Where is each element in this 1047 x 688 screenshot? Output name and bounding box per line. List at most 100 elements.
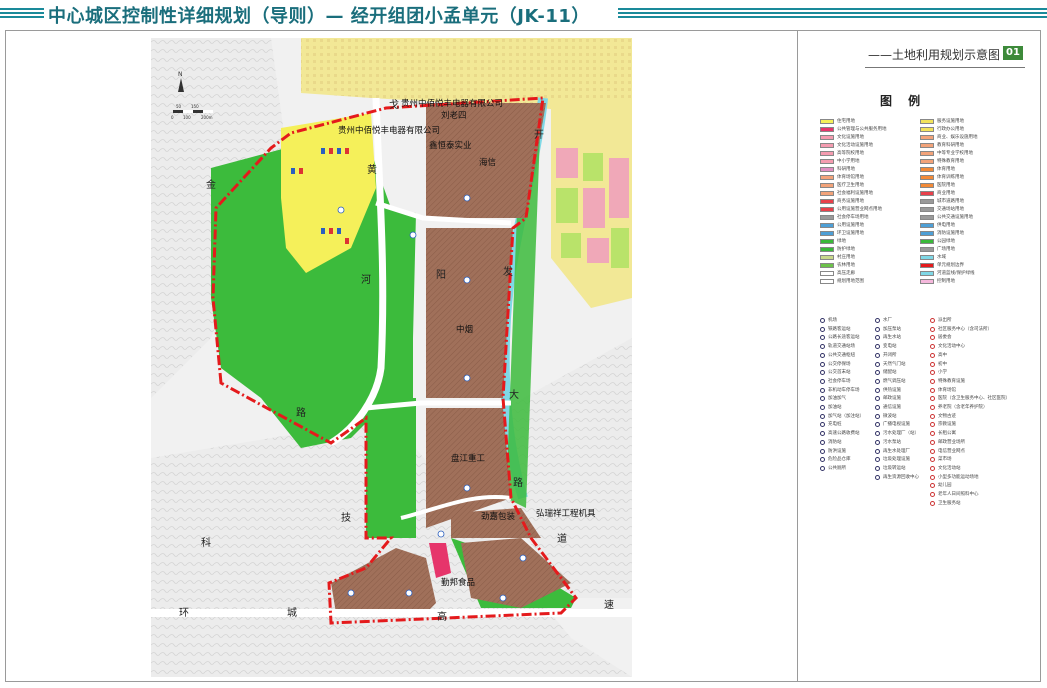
land-use-map[interactable]: N 50 150 0 100 200m 金 阳 河 路 科 技 环 城 高 速 … bbox=[151, 38, 632, 677]
symbol-icon bbox=[930, 405, 935, 410]
symbol-icon bbox=[930, 465, 935, 471]
legend-label: 供电用地 bbox=[937, 223, 955, 228]
legend-swatch bbox=[820, 231, 834, 236]
legend-item: 规划用地范围 bbox=[820, 279, 864, 285]
legend-symbol-item: 天然气门站 bbox=[875, 361, 906, 368]
legend-swatch bbox=[920, 159, 934, 164]
legend-symbol-label: 社会停车场 bbox=[828, 378, 851, 384]
legend-symbol-label: 派出所 bbox=[938, 318, 952, 323]
legend-label: 特殊教育用地 bbox=[937, 159, 964, 164]
legend-symbol-item: 幼儿园 bbox=[930, 483, 952, 489]
road-char: 城 bbox=[287, 607, 297, 619]
legend-item: 环卫设施用地 bbox=[820, 231, 864, 237]
symbol-icon bbox=[875, 318, 880, 323]
legend-symbol-label: 邮政营业场所 bbox=[938, 439, 965, 445]
symbol-icon bbox=[930, 318, 935, 323]
legend-symbol-item: 轨道交通站场 bbox=[820, 344, 855, 350]
legend-symbol-item: 卫生服务站 bbox=[930, 500, 961, 507]
legend-symbol-label: 机场 bbox=[828, 318, 837, 323]
label-hongrui: 弘瑞祥工程机具 bbox=[536, 508, 596, 519]
legend-symbol-label: 防洪设施 bbox=[828, 448, 846, 454]
legend-label: 商业、娱乐设施用地 bbox=[937, 135, 978, 140]
title-underline bbox=[865, 67, 1025, 68]
symbol-icon bbox=[820, 422, 825, 428]
legend-swatch bbox=[820, 151, 834, 156]
label-company-left: 贵州中佰悦丰电器有限公司 bbox=[338, 125, 440, 136]
map-number: 01 bbox=[1003, 46, 1023, 60]
legend-item: 行政办公用地 bbox=[920, 127, 964, 133]
legend-symbol-item: 非机动车停车场 bbox=[820, 387, 860, 394]
legend-swatch bbox=[820, 167, 834, 172]
legend-swatch bbox=[820, 263, 834, 268]
symbol-icon bbox=[875, 431, 880, 437]
legend-label: 交通场站用地 bbox=[937, 207, 964, 212]
east-blocks bbox=[556, 148, 629, 268]
legend-item: 体育用地 bbox=[920, 167, 955, 173]
legend-label: 绿地 bbox=[837, 239, 846, 244]
road-char: 开 bbox=[534, 130, 544, 141]
legend-item: 特殊教育用地 bbox=[920, 159, 964, 165]
symbol-icon bbox=[875, 326, 880, 332]
road-char: 道 bbox=[557, 532, 567, 545]
label-qinbang: 勤邦食品 bbox=[441, 577, 475, 588]
legend-swatch bbox=[820, 207, 834, 212]
symbol-icon bbox=[930, 387, 935, 393]
page-title: 中心城区控制性详细规划（导则）— 经开组团小孟单元（JK-11） bbox=[48, 6, 590, 27]
legend-symbol-label: 特殊教育设施 bbox=[938, 378, 965, 384]
legend-symbol-item: 广播电视设施 bbox=[875, 422, 910, 428]
legend-item: 防护绿地 bbox=[820, 247, 855, 253]
legend-symbol-item: 居委会 bbox=[930, 335, 952, 341]
legend-symbol-item: 菜市场 bbox=[930, 457, 952, 463]
legend-symbol-item: 消防站 bbox=[820, 439, 842, 446]
legend-item: 科研用地 bbox=[820, 167, 855, 173]
symbol-icon bbox=[930, 483, 935, 489]
legend-swatch bbox=[820, 119, 834, 124]
legend-symbol-label: 菜市场 bbox=[938, 457, 952, 463]
legend-label: 体育训练用地 bbox=[937, 175, 964, 180]
legend-swatch bbox=[820, 255, 834, 260]
label-zhongyan: 中烟 bbox=[456, 324, 473, 335]
symbol-icon bbox=[930, 335, 935, 341]
symbol-icon bbox=[875, 474, 880, 480]
map-svg: N 50 150 0 100 200m 金 阳 河 路 科 技 环 城 高 速 … bbox=[151, 38, 632, 677]
legend-label: 公用设施用地 bbox=[837, 223, 864, 228]
legend-swatch bbox=[920, 143, 934, 148]
legend-symbol-item: 加压泵站 bbox=[875, 326, 901, 333]
legend-symbol-item: 特殊教育设施 bbox=[930, 378, 965, 385]
legend-swatch bbox=[920, 271, 934, 276]
legend-item: 广场用地 bbox=[920, 247, 955, 253]
legend-swatch bbox=[920, 279, 934, 284]
legend-symbol-label: 变电站 bbox=[883, 344, 897, 350]
legend-item: 中等专业学校用地 bbox=[920, 151, 973, 157]
legend-symbol-label: 社区服务中心（含司法所） bbox=[938, 326, 992, 332]
symbol-icon bbox=[930, 448, 935, 454]
label-person: 刘老四 bbox=[441, 110, 467, 121]
road-char: 金 bbox=[206, 178, 216, 191]
legend-symbol-item: 机场 bbox=[820, 318, 837, 324]
legend-swatch bbox=[920, 127, 934, 132]
legend-label: 城市道路用地 bbox=[937, 199, 964, 204]
legend-label: 高等院校用地 bbox=[837, 151, 864, 156]
legend-label: 公共管理与公共服务用地 bbox=[837, 127, 887, 132]
legend-item: 医疗卫生用地 bbox=[820, 183, 864, 189]
legend-symbol-item: 体育场馆 bbox=[930, 387, 956, 394]
symbol-icon bbox=[875, 396, 880, 402]
legend-item: 社会福利设施用地 bbox=[820, 191, 873, 197]
road-char: 科 bbox=[201, 536, 211, 549]
symbol-icon bbox=[820, 387, 825, 393]
legend-symbol-item: 燃气调压站 bbox=[875, 378, 906, 385]
legend-label: 公园绿地 bbox=[937, 239, 955, 244]
header: 中心城区控制性详细规划（导则）— 经开组团小孟单元（JK-11） bbox=[0, 0, 1047, 28]
symbol-icon bbox=[875, 422, 880, 428]
legend-symbol-label: 垃圾转运站 bbox=[883, 465, 906, 471]
legend-symbol-label: 幼儿园 bbox=[938, 483, 952, 489]
legend-symbol-item: 高速公路收费站 bbox=[820, 431, 860, 437]
legend-swatch bbox=[920, 175, 934, 180]
legend-symbol-item: 垃圾处理设施 bbox=[875, 457, 910, 463]
legend-symbol-item: 危险品仓库 bbox=[820, 457, 851, 463]
symbol-icon bbox=[875, 413, 880, 419]
legend-item: 消防设施用地 bbox=[920, 231, 964, 237]
legend-label: 社会福利设施用地 bbox=[837, 191, 873, 196]
label-company-top: 贵州中佰悦丰电器有限公司 bbox=[401, 98, 503, 109]
legend-item: 服务设施用地 bbox=[920, 119, 964, 125]
